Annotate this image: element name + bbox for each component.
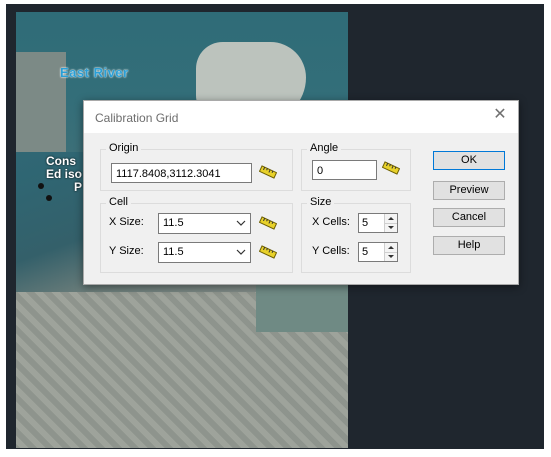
origin-group: Origin 1117.8408,3112.3041 [100,142,293,191]
size-group: Size X Cells: 5 Y Cells: 5 [301,196,411,273]
preview-button[interactable]: Preview [433,181,505,200]
chevron-down-icon [236,249,246,255]
angle-input[interactable]: 0 [312,160,377,180]
x-cells-spinner[interactable]: 5 [358,213,398,233]
map-label-line: P [74,180,83,194]
y-size-value: 11.5 [163,246,184,258]
x-size-value: 11.5 [163,217,184,229]
y-cells-label: Y Cells: [312,245,350,257]
calibration-grid-dialog: Calibration Grid ✕ Origin 1117.8408,3112… [83,100,519,285]
dialog-titlebar: Calibration Grid ✕ [84,101,518,133]
ruler-icon[interactable] [259,245,277,259]
chevron-down-icon [236,220,246,226]
x-cells-spin-buttons [384,214,397,232]
size-label: Size [307,196,335,209]
ok-button[interactable]: OK [433,151,505,170]
y-cells-spinner[interactable]: 5 [358,242,398,262]
origin-label: Origin [106,142,142,155]
spin-down-icon[interactable] [385,252,397,261]
spin-down-icon[interactable] [385,223,397,232]
x-size-label: X Size: [109,216,144,228]
ruler-icon[interactable] [259,216,277,230]
ruler-icon[interactable] [382,161,400,175]
x-cells-value: 5 [362,217,369,229]
map-label-place: Cons Ed iso P [46,155,82,194]
map-label-east-river: East River [60,65,129,80]
dialog-title: Calibration Grid [95,111,179,125]
cancel-button[interactable]: Cancel [433,208,505,227]
x-size-dropdown[interactable]: 11.5 [158,213,251,234]
angle-label: Angle [307,142,342,155]
map-marker-icon [46,195,52,201]
angle-group: Angle 0 [301,142,411,191]
help-button[interactable]: Help [433,236,505,255]
y-size-dropdown[interactable]: 11.5 [158,242,251,263]
cell-label: Cell [106,196,131,209]
origin-input[interactable]: 1117.8408,3112.3041 [111,163,252,183]
x-cells-label: X Cells: [312,216,350,228]
y-cells-value: 5 [362,246,369,258]
map-marker-icon [38,183,44,189]
ruler-icon[interactable] [259,165,277,179]
y-size-label: Y Size: [109,245,144,257]
cell-group: Cell X Size: 11.5 Y Size: 11.5 [100,196,293,273]
close-icon[interactable]: ✕ [492,107,508,123]
y-cells-spin-buttons [384,243,397,261]
map-land [16,52,66,152]
